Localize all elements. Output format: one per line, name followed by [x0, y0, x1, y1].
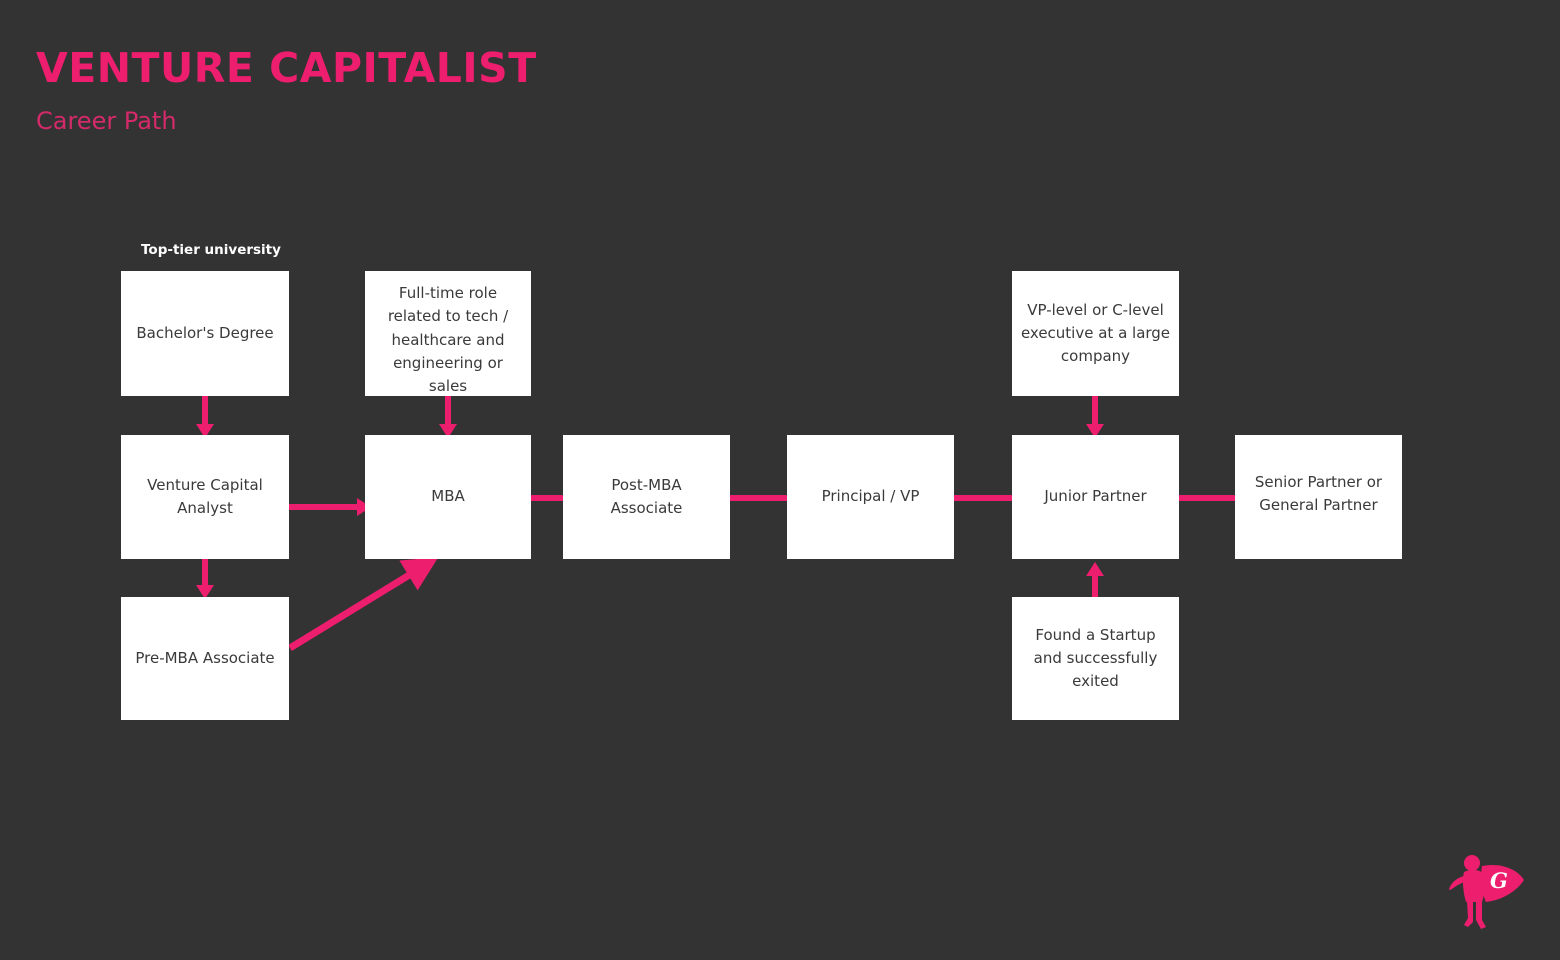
node-label: MBA [431, 487, 465, 506]
node-post-mba-associate[interactable]: Post-MBA Associate [563, 435, 730, 559]
node-junior-partner[interactable]: Junior Partner [1012, 435, 1179, 559]
node-label: Venture Capital Analyst [147, 475, 263, 517]
node-found-a-startup[interactable]: Found a Startup and successfully exited [1012, 597, 1179, 720]
node-label: VP-level or C-level executive at a large… [1020, 300, 1171, 366]
node-label: Full-time role related to tech / healthc… [387, 284, 509, 395]
node-mba[interactable]: MBA [365, 435, 531, 559]
node-label: Junior Partner [1044, 487, 1147, 506]
caption-top-tier-university: Top-tier university [141, 242, 281, 258]
node-full-time-role[interactable]: Full-time role related to tech / healthc… [365, 271, 531, 396]
node-vp-c-level-executive[interactable]: VP-level or C-level executive at a large… [1012, 271, 1179, 396]
node-label: Principal / VP [821, 487, 920, 506]
node-principal-vp[interactable]: Principal / VP [787, 435, 954, 559]
superhero-logo: G [1442, 850, 1530, 936]
node-label: Found a Startup and successfully exited [1033, 625, 1158, 691]
node-pre-mba-associate[interactable]: Pre-MBA Associate [121, 597, 289, 720]
node-bachelors-degree[interactable]: Bachelor's Degree [121, 271, 289, 396]
node-label: Senior Partner or General Partner [1254, 473, 1383, 515]
node-venture-capital-analyst[interactable]: Venture Capital Analyst [121, 435, 289, 559]
node-senior-general-partner[interactable]: Senior Partner or General Partner [1235, 435, 1402, 559]
logo-letter: G [1490, 868, 1508, 893]
superhero-logo-icon: G [1449, 855, 1524, 929]
node-label: Post-MBA Associate [610, 475, 683, 517]
node-label: Bachelor's Degree [136, 323, 274, 342]
slide-canvas: VENTURE CAPITALIST Career Path Top-tier … [0, 0, 1560, 960]
node-label: Pre-MBA Associate [135, 648, 275, 667]
